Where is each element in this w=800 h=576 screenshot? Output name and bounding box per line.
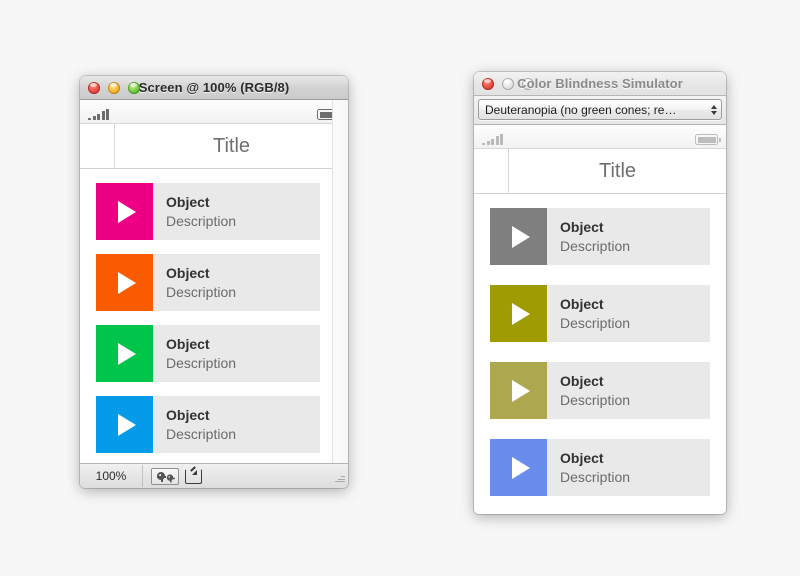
item-description: Description — [560, 237, 631, 254]
item-text-block: Object Description — [153, 396, 320, 453]
item-description: Description — [166, 283, 237, 300]
list-item[interactable]: Object Description — [490, 439, 710, 496]
window-color-blindness-simulator[interactable]: Color Blindness Simulator Deuteranopia (… — [474, 72, 726, 514]
item-description: Description — [560, 468, 631, 485]
traffic-lights — [482, 77, 534, 90]
play-triangle-icon — [511, 379, 530, 402]
window-statusbar-source: 100% — [80, 463, 348, 488]
device-navbar-simulated: Title — [474, 149, 726, 194]
object-list-simulated: Object Description Object Description Ob… — [474, 194, 726, 514]
item-thumbnail[interactable] — [96, 183, 153, 240]
item-text-block: Object Description — [153, 183, 320, 240]
item-title: Object — [166, 407, 210, 424]
zoom-button-icon[interactable] — [522, 77, 534, 90]
item-title: Object — [166, 265, 210, 282]
play-triangle-icon — [511, 225, 530, 248]
item-title: Object — [560, 296, 604, 313]
titlebar-simulator[interactable]: Color Blindness Simulator — [474, 72, 726, 96]
color-blindness-mode-select[interactable]: Deuteranopia (no green cones; re… — [478, 99, 722, 120]
list-item[interactable]: Object Description — [96, 254, 320, 311]
close-button-icon[interactable] — [88, 81, 100, 94]
close-button-icon[interactable] — [482, 77, 494, 90]
traffic-lights — [88, 81, 140, 94]
device-statusbar-simulated — [474, 125, 726, 149]
item-title: Object — [560, 373, 604, 390]
object-list-source: Object Description Object Description Ob… — [80, 169, 348, 463]
device-navbar-source: Title — [80, 124, 348, 169]
item-thumbnail[interactable] — [96, 325, 153, 382]
item-text-block: Object Description — [547, 285, 710, 342]
statusbar-tools — [143, 467, 202, 485]
item-text-block: Object Description — [547, 362, 710, 419]
item-thumbnail[interactable] — [96, 254, 153, 311]
play-triangle-icon — [117, 413, 136, 436]
item-description: Description — [166, 425, 237, 442]
list-item[interactable]: Object Description — [490, 362, 710, 419]
list-item[interactable]: Object Description — [96, 396, 320, 453]
signal-bars-icon — [88, 109, 109, 120]
back-button-area[interactable] — [474, 149, 509, 193]
device-screen-source: Title Object Description Object Descript… — [80, 100, 348, 463]
item-thumbnail[interactable] — [96, 396, 153, 453]
share-export-icon[interactable] — [185, 468, 202, 484]
back-button-area[interactable] — [80, 124, 115, 168]
item-thumbnail[interactable] — [490, 362, 547, 419]
signal-bars-icon — [482, 134, 503, 145]
list-item[interactable]: Object Description — [490, 285, 710, 342]
navbar-title-simulated: Title — [598, 159, 637, 182]
vertical-scrollbar[interactable] — [332, 100, 348, 463]
navbar-title-source: Title — [212, 134, 251, 157]
item-thumbnail[interactable] — [490, 208, 547, 265]
item-title: Object — [560, 219, 604, 236]
minimize-button-icon[interactable] — [502, 77, 514, 90]
zoom-button-icon[interactable] — [128, 81, 140, 94]
list-item[interactable]: Object Description — [490, 208, 710, 265]
zoom-level-field[interactable]: 100% — [80, 465, 143, 487]
play-triangle-icon — [511, 302, 530, 325]
list-item[interactable]: Object Description — [96, 325, 320, 382]
item-text-block: Object Description — [547, 439, 710, 496]
play-triangle-icon — [117, 200, 136, 223]
window-screen-preview[interactable]: Screen @ 100% (RGB/8) Title Object Descr… — [80, 76, 348, 488]
item-thumbnail[interactable] — [490, 285, 547, 342]
item-text-block: Object Description — [153, 325, 320, 382]
simulator-toolbar: Deuteranopia (no green cones; re… — [474, 96, 726, 125]
item-description: Description — [560, 391, 631, 408]
item-text-block: Object Description — [547, 208, 710, 265]
item-title: Object — [166, 336, 210, 353]
item-title: Object — [560, 450, 604, 467]
play-triangle-icon — [117, 342, 136, 365]
item-title: Object — [166, 194, 210, 211]
play-triangle-icon — [511, 456, 530, 479]
item-description: Description — [166, 212, 237, 229]
resize-grip-icon[interactable] — [333, 473, 345, 485]
cogwheels-icon[interactable] — [151, 467, 179, 485]
list-item[interactable]: Object Description — [96, 183, 320, 240]
selected-mode-label: Deuteranopia (no green cones; re… — [485, 102, 677, 117]
item-text-block: Object Description — [153, 254, 320, 311]
item-thumbnail[interactable] — [490, 439, 547, 496]
device-screen-simulated: Title Object Description Object Descript… — [474, 125, 726, 514]
device-statusbar-source — [80, 100, 348, 124]
minimize-button-icon[interactable] — [108, 81, 120, 94]
item-description: Description — [560, 314, 631, 331]
updown-chevron-icon — [711, 104, 717, 115]
play-triangle-icon — [117, 271, 136, 294]
item-description: Description — [166, 354, 237, 371]
titlebar-screen-preview[interactable]: Screen @ 100% (RGB/8) — [80, 76, 348, 100]
battery-icon — [695, 134, 721, 145]
